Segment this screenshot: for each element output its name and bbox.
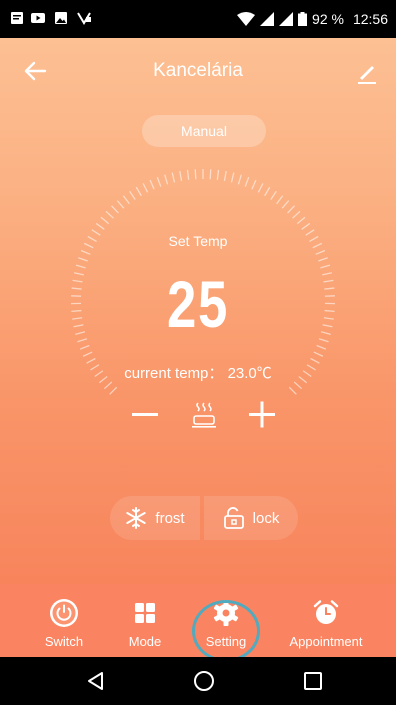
- dial-tick: [149, 179, 155, 190]
- nav-appointment-label: Appointment: [289, 634, 363, 649]
- dial-tick: [264, 186, 271, 197]
- status-indicators: 92 % 12:56: [237, 0, 388, 38]
- lock-button[interactable]: lock: [204, 496, 298, 540]
- dial-tick: [79, 344, 90, 350]
- recents-square-icon[interactable]: [301, 669, 325, 693]
- app-notification-icon: [77, 12, 91, 25]
- dial-tick: [82, 351, 93, 357]
- dial-tick: [129, 190, 136, 200]
- snowflake-icon: [126, 507, 147, 529]
- dial-tick: [111, 205, 119, 214]
- heating-icon: [192, 402, 216, 428]
- set-temp-label: Set Temp: [168, 233, 228, 249]
- dial-tick: [301, 222, 311, 230]
- dial-tick: [100, 216, 110, 225]
- dial-tick: [276, 195, 284, 205]
- lock-label: lock: [252, 509, 280, 527]
- pencil-icon[interactable]: [350, 54, 384, 88]
- dial-tick: [251, 179, 257, 190]
- dial-tick: [230, 172, 235, 183]
- dial-tick: [103, 381, 113, 390]
- battery-icon: [298, 12, 308, 26]
- nav-switch-label: Switch: [44, 634, 84, 649]
- dial-tick: [281, 200, 290, 209]
- current-temp-value: 23.0℃: [227, 365, 272, 382]
- dial-tick: [116, 200, 125, 209]
- dial-tick: [135, 186, 142, 197]
- dial-tick: [293, 381, 303, 390]
- dial-tick: [105, 210, 114, 219]
- gear-icon: [213, 600, 239, 626]
- dial-tick: [186, 169, 190, 180]
- dial-tick: [223, 170, 227, 182]
- current-temp-label: current temp：: [124, 365, 224, 382]
- phone-screen: 92 % 12:56 Kancelária Manual Set Temp 25…: [0, 0, 396, 705]
- nav-appointment[interactable]: Appointment: [286, 584, 366, 657]
- app-bar: Kancelária: [0, 38, 396, 104]
- quick-actions: frost lock: [110, 496, 298, 540]
- dial-tick: [142, 183, 149, 193]
- dial-tick: [109, 386, 118, 395]
- dial-tick: [313, 351, 324, 357]
- nav-setting-label: Setting: [205, 634, 247, 649]
- nav-setting[interactable]: Setting: [194, 584, 258, 657]
- dial-tick: [315, 249, 326, 255]
- status-bar: 92 % 12:56: [0, 0, 396, 38]
- dial-tick: [179, 170, 183, 182]
- system-navigation-bar: [0, 657, 396, 705]
- gallery-icon: [55, 12, 67, 24]
- dial-tick: [78, 257, 88, 262]
- nav-mode[interactable]: Mode: [113, 584, 177, 657]
- clock: 12:56: [352, 11, 388, 27]
- grid-icon: [135, 603, 155, 623]
- dial-tick: [209, 169, 212, 180]
- nav-mode-label: Mode: [128, 634, 162, 649]
- dial-tick: [287, 205, 295, 214]
- dial-tick: [216, 169, 220, 180]
- power-icon: [50, 599, 78, 627]
- minus-icon[interactable]: [127, 396, 163, 432]
- dial-tick: [318, 257, 328, 262]
- youtube-icon: [31, 13, 45, 23]
- nav-switch[interactable]: Switch: [32, 584, 96, 657]
- dial-tick: [257, 183, 264, 193]
- battery-percentage: 92 %: [312, 11, 344, 27]
- unlock-icon: [223, 507, 244, 529]
- mode-button[interactable]: Manual: [142, 115, 266, 147]
- dial-tick: [164, 174, 169, 185]
- dial-tick: [171, 172, 176, 183]
- dial-tick: [80, 249, 91, 255]
- dial-tick: [288, 386, 297, 395]
- page-title: Kancelária: [153, 60, 243, 81]
- dial-tick: [296, 216, 306, 225]
- bottom-navigation: Switch Mode Setting Appointment: [0, 584, 396, 657]
- dial-tick: [244, 176, 250, 187]
- wifi-icon: [237, 12, 256, 26]
- back-triangle-icon[interactable]: [84, 669, 108, 693]
- dial-tick: [156, 176, 162, 187]
- signal-icon: [260, 12, 275, 26]
- dial-tick: [194, 169, 197, 180]
- dial-tick: [122, 195, 130, 205]
- message-icon: [11, 12, 23, 24]
- frost-button[interactable]: frost: [110, 496, 200, 540]
- set-temp-value: 25: [167, 267, 229, 341]
- frost-label: frost: [155, 509, 185, 527]
- dial-tick: [270, 190, 277, 200]
- plus-icon[interactable]: [244, 396, 280, 432]
- dial-tick: [95, 222, 105, 230]
- alarm-clock-icon: [313, 600, 339, 624]
- current-temp: current temp： 23.0℃: [0, 362, 396, 383]
- dial-tick: [316, 344, 327, 350]
- dial-tick: [237, 174, 242, 185]
- home-circle-icon[interactable]: [192, 669, 216, 693]
- signal-icon: [279, 12, 294, 26]
- dial-tick: [292, 210, 301, 219]
- thermostat-screen: Kancelária Manual Set Temp 25 current te…: [0, 38, 396, 584]
